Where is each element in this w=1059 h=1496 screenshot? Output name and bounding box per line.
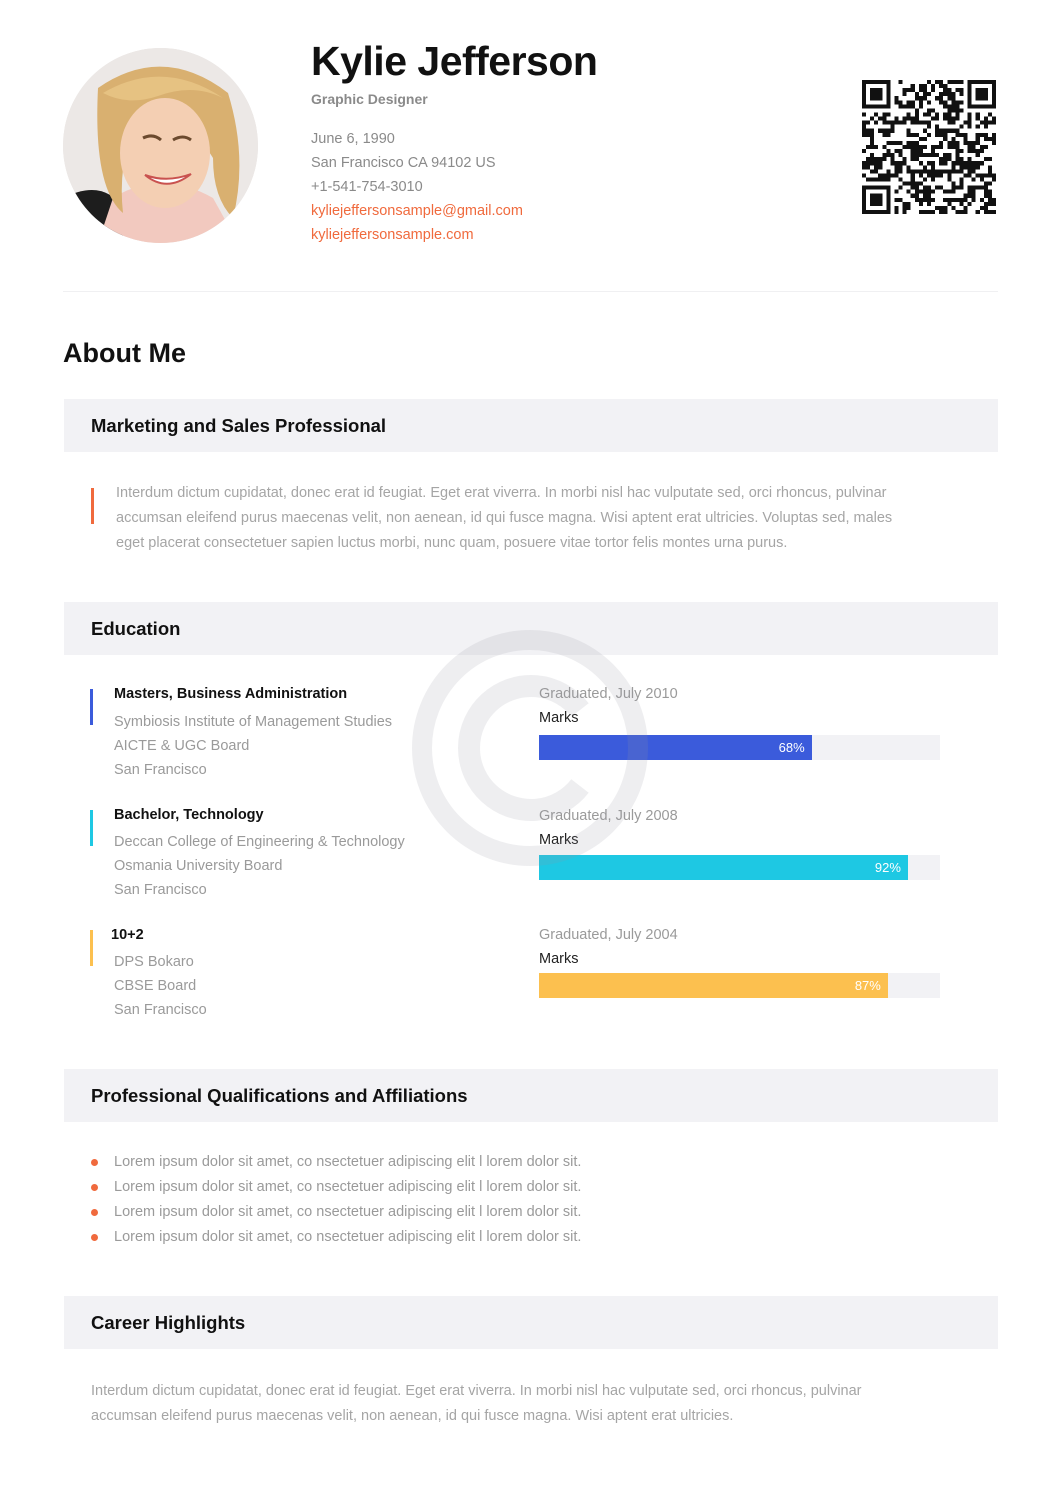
education-city: San Francisco — [114, 762, 207, 778]
education-school: DPS Bokaro — [114, 954, 194, 970]
address: San Francisco CA 94102 US — [311, 155, 496, 171]
career-text: Interdum dictum cupidatat, donec erat id… — [91, 1379, 862, 1429]
email-link[interactable]: kyliejeffersonsample@gmail.com — [311, 203, 523, 219]
qr-modules — [862, 80, 996, 214]
marks-label: Marks — [539, 832, 579, 848]
about-line: eget placerat consectetuer sapien luctus… — [116, 535, 788, 551]
bullet-icon — [91, 1234, 98, 1241]
education-section-bar: Education — [64, 602, 998, 655]
bullet-icon — [91, 1209, 98, 1216]
marks-percent: 92% — [874, 860, 901, 875]
marks-bar-fill: 87% — [539, 973, 888, 998]
education-school: Symbiosis Institute of Management Studie… — [114, 714, 393, 730]
education-graduated: Graduated, July 2008 — [539, 808, 678, 824]
education-degree: Bachelor, Technology — [114, 807, 264, 823]
marks-label: Marks — [539, 710, 579, 726]
marks-bar: 68% — [539, 735, 940, 760]
education-board: CBSE Board — [114, 978, 197, 994]
qualification-item: Lorem ipsum dolor sit amet, co nsectetue… — [114, 1179, 582, 1195]
marks-bar: 87% — [539, 973, 940, 998]
education-accent — [90, 930, 93, 966]
avatar — [63, 48, 258, 243]
career-title: Career Highlights — [91, 1312, 246, 1333]
marks-label: Marks — [539, 951, 579, 967]
education-accent — [90, 810, 93, 846]
marks-bar-fill: 68% — [539, 735, 812, 760]
education-degree: 10+2 — [111, 927, 144, 943]
education-graduated: Graduated, July 2004 — [539, 927, 678, 943]
education-city: San Francisco — [114, 882, 207, 898]
career-line: Interdum dictum cupidatat, donec erat id… — [91, 1383, 862, 1399]
qualification-item: Lorem ipsum dolor sit amet, co nsectetue… — [114, 1154, 582, 1170]
career-section-bar: Career Highlights — [64, 1296, 998, 1349]
qr-code-icon — [862, 80, 996, 214]
about-subtitle: Marketing and Sales Professional — [91, 415, 387, 436]
candidate-name: Kylie Jefferson — [311, 38, 598, 84]
bullet-icon — [91, 1159, 98, 1166]
about-accent — [91, 488, 94, 524]
phone: +1-541-754-3010 — [311, 179, 423, 195]
qualifications-section-bar: Professional Qualifications and Affiliat… — [64, 1069, 998, 1122]
about-line: accumsan eleifend purus maecenas velit, … — [116, 510, 893, 526]
about-text: Interdum dictum cupidatat, donec erat id… — [116, 481, 892, 556]
bullet-icon — [91, 1184, 98, 1191]
qualification-item: Lorem ipsum dolor sit amet, co nsectetue… — [114, 1204, 582, 1220]
education-board: Osmania University Board — [114, 858, 283, 874]
about-section-bar: Marketing and Sales Professional — [64, 399, 998, 452]
website-link[interactable]: kyliejeffersonsample.com — [311, 227, 474, 243]
education-board: AICTE & UGC Board — [114, 738, 250, 754]
education-graduated: Graduated, July 2010 — [539, 686, 678, 702]
education-title: Education — [91, 618, 181, 639]
marks-percent: 87% — [854, 978, 881, 993]
qualification-item: Lorem ipsum dolor sit amet, co nsectetue… — [114, 1229, 582, 1245]
education-city: San Francisco — [114, 1002, 207, 1018]
birthdate: June 6, 1990 — [311, 131, 395, 147]
education-accent — [90, 689, 93, 725]
header-divider — [63, 291, 998, 292]
marks-bar-fill: 92% — [539, 855, 908, 880]
marks-percent: 68% — [778, 740, 805, 755]
education-degree: Masters, Business Administration — [114, 686, 348, 702]
profile-photo — [63, 48, 258, 243]
about-heading: About Me — [63, 338, 186, 368]
qualifications-title: Professional Qualifications and Affiliat… — [91, 1085, 468, 1106]
marks-bar: 92% — [539, 855, 940, 880]
candidate-role: Graphic Designer — [311, 91, 428, 107]
education-school: Deccan College of Engineering & Technolo… — [114, 834, 405, 850]
career-line: accumsan eleifend purus maecenas velit, … — [91, 1408, 734, 1424]
about-line: Interdum dictum cupidatat, donec erat id… — [116, 485, 887, 501]
